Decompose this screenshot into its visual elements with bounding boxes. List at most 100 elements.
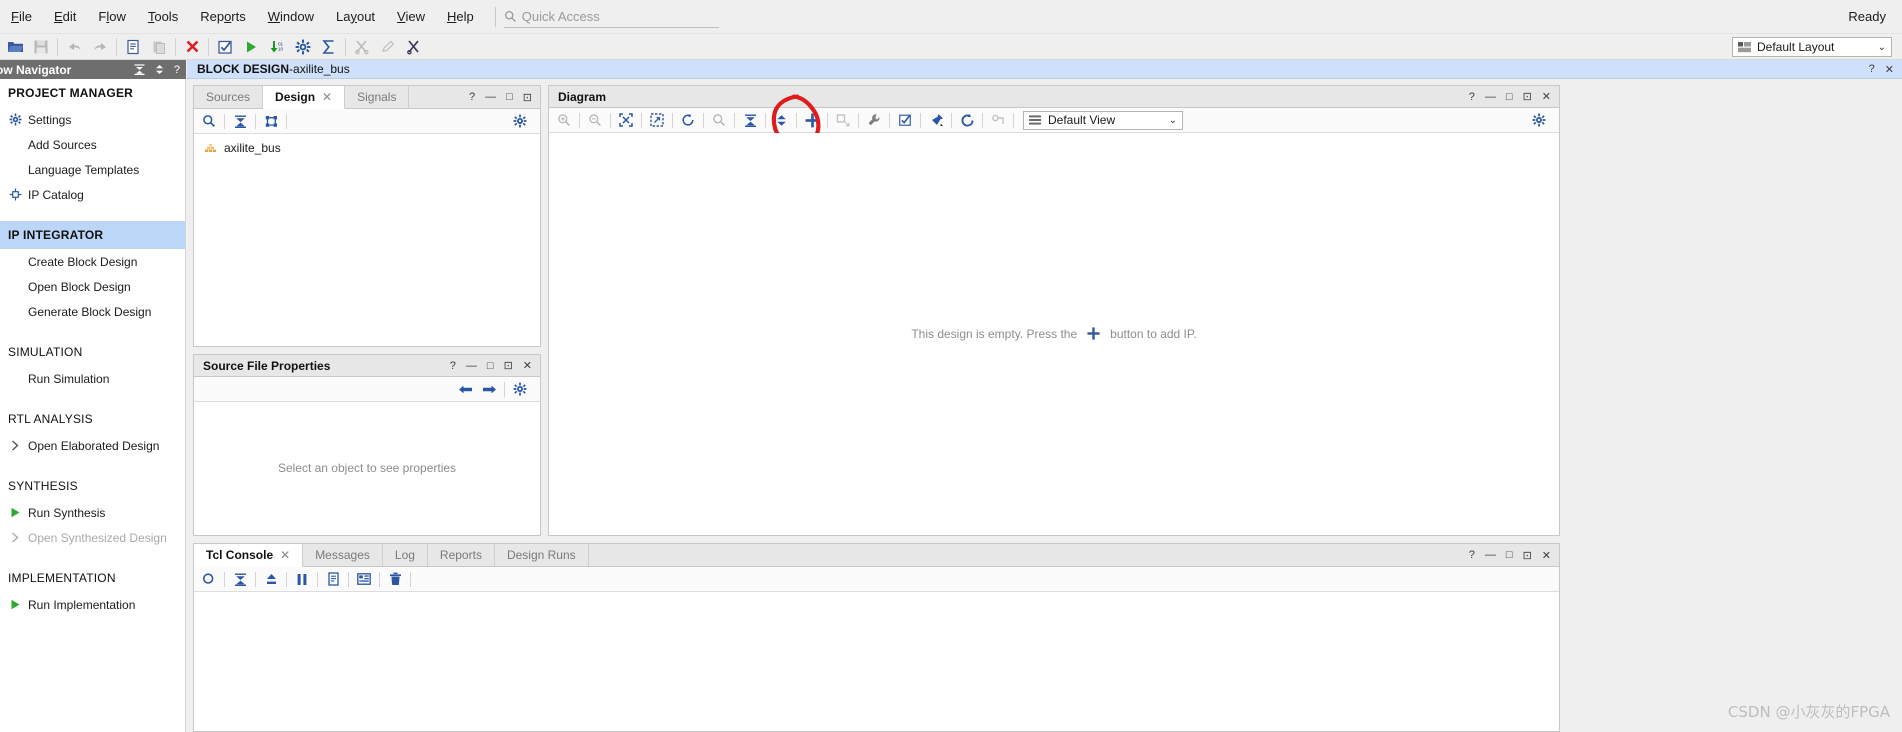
- gear-icon[interactable]: [508, 110, 532, 132]
- minimize-icon[interactable]: —: [1485, 91, 1496, 103]
- help-icon[interactable]: ?: [1869, 63, 1875, 75]
- open-project-icon[interactable]: [2, 35, 28, 59]
- diagram-canvas[interactable]: This design is empty. Press the button t…: [549, 133, 1559, 534]
- menu-item-file[interactable]: FFileile: [0, 0, 43, 34]
- zoom-area-icon[interactable]: [645, 109, 669, 131]
- menu-item-layout[interactable]: Layout: [325, 0, 386, 34]
- validate-design-icon[interactable]: [893, 109, 917, 131]
- redraw-icon[interactable]: [676, 109, 700, 131]
- export-icon[interactable]: [259, 568, 283, 590]
- clear-trash-icon[interactable]: [383, 568, 407, 590]
- minimize-icon[interactable]: —: [466, 360, 477, 372]
- sidebar-item-open-elaborated-design[interactable]: Open Elaborated Design: [0, 433, 185, 458]
- console-output[interactable]: [194, 592, 1559, 731]
- paste-icon[interactable]: [146, 35, 172, 59]
- help-icon[interactable]: ?: [1469, 91, 1475, 103]
- copy-log-icon[interactable]: [321, 568, 345, 590]
- search-icon[interactable]: [707, 109, 731, 131]
- sidebar-item-add-sources[interactable]: Add Sources: [0, 132, 185, 157]
- run-connection-automation-wrench-icon[interactable]: [862, 109, 886, 131]
- float-icon[interactable]: ⊡: [1523, 90, 1532, 103]
- back-arrow-icon[interactable]: [453, 378, 477, 400]
- undo-icon[interactable]: [61, 35, 87, 59]
- menu-item-tools[interactable]: Tools: [137, 0, 189, 34]
- close-icon[interactable]: ✕: [322, 90, 332, 104]
- pin-icon[interactable]: [924, 109, 948, 131]
- tab-design-runs[interactable]: Design Runs: [495, 544, 589, 566]
- quick-access-search[interactable]: Quick Access: [503, 6, 719, 28]
- tree-item-axilite-bus[interactable]: axilite_bus: [194, 138, 540, 158]
- tab-messages[interactable]: Messages: [303, 544, 383, 566]
- sidebar-item-open-block-design[interactable]: Open Block Design: [0, 274, 185, 299]
- tab-sources[interactable]: Sources: [194, 86, 264, 108]
- minimize-icon[interactable]: —: [1485, 549, 1496, 561]
- tab-design[interactable]: Design ✕: [263, 86, 346, 109]
- menu-item-edit[interactable]: Edit: [43, 0, 87, 34]
- collapse-all-icon[interactable]: [134, 64, 145, 75]
- sidebar-item-create-block-design[interactable]: Create Block Design: [0, 249, 185, 274]
- sidebar-item-run-synthesis[interactable]: Run Synthesis: [0, 500, 185, 525]
- menu-item-flow[interactable]: Flow: [87, 0, 136, 34]
- menu-item-view[interactable]: View: [386, 0, 436, 34]
- sidebar-item-generate-block-design[interactable]: Generate Block Design: [0, 299, 185, 324]
- view-selector[interactable]: Default View ⌄: [1023, 110, 1183, 130]
- zoom-in-icon[interactable]: [552, 109, 576, 131]
- float-icon[interactable]: ⊡: [504, 359, 513, 372]
- help-icon[interactable]: ?: [1469, 549, 1475, 561]
- maximize-icon[interactable]: □: [1506, 549, 1513, 561]
- close-icon[interactable]: ✕: [1542, 90, 1551, 103]
- marker-icon[interactable]: [401, 35, 427, 59]
- tab-reports[interactable]: Reports: [428, 544, 495, 566]
- expand-all-icon[interactable]: [769, 109, 793, 131]
- close-icon[interactable]: ✕: [523, 359, 532, 372]
- menu-item-window[interactable]: Window: [257, 0, 325, 34]
- validate-check-icon[interactable]: [212, 35, 238, 59]
- sidebar-item-run-simulation[interactable]: Run Simulation: [0, 366, 185, 391]
- close-icon[interactable]: ✕: [1885, 63, 1894, 76]
- hierarchy-icon[interactable]: [259, 110, 283, 132]
- float-icon[interactable]: ⊡: [523, 91, 532, 104]
- tab-log[interactable]: Log: [383, 544, 428, 566]
- settings-gear-icon[interactable]: [290, 35, 316, 59]
- collapse-icon[interactable]: [228, 568, 252, 590]
- nav-section-ip-integrator[interactable]: IP INTEGRATOR: [0, 221, 185, 249]
- copy-icon[interactable]: [120, 35, 146, 59]
- sidebar-item-settings[interactable]: Settings: [0, 107, 185, 132]
- help-icon[interactable]: ?: [450, 360, 456, 372]
- sidebar-item-ip-catalog[interactable]: IP Catalog: [0, 182, 185, 207]
- columns-icon[interactable]: [352, 568, 376, 590]
- minimize-icon[interactable]: —: [485, 91, 496, 103]
- search-icon[interactable]: [197, 110, 221, 132]
- sidebar-item-language-templates[interactable]: Language Templates: [0, 157, 185, 182]
- edit-pencil-icon[interactable]: [375, 35, 401, 59]
- collapse-all-icon[interactable]: [738, 109, 762, 131]
- gear-icon[interactable]: [1527, 109, 1551, 131]
- tab-signals[interactable]: Signals: [345, 86, 410, 108]
- search-console-icon[interactable]: [197, 568, 221, 590]
- maximize-icon[interactable]: □: [1506, 91, 1513, 103]
- zoom-out-icon[interactable]: [583, 109, 607, 131]
- forward-arrow-icon[interactable]: [477, 378, 501, 400]
- tab-tcl-console[interactable]: Tcl Console ✕: [194, 544, 304, 567]
- collapse-all-icon[interactable]: [228, 110, 252, 132]
- menu-item-help[interactable]: Help: [436, 0, 485, 34]
- close-x-icon[interactable]: [179, 35, 205, 59]
- sidebar-item-run-implementation[interactable]: Run Implementation: [0, 592, 185, 617]
- maximize-icon[interactable]: □: [506, 91, 513, 103]
- close-icon[interactable]: ✕: [280, 548, 290, 562]
- expand-all-icon[interactable]: [154, 64, 165, 75]
- zoom-fit-icon[interactable]: [614, 109, 638, 131]
- add-module-icon[interactable]: [831, 109, 855, 131]
- regenerate-layout-icon[interactable]: [955, 109, 979, 131]
- menu-item-reports[interactable]: Reports: [189, 0, 257, 34]
- redo-icon[interactable]: [87, 35, 113, 59]
- generate-bitstream-icon[interactable]: 01 10: [264, 35, 290, 59]
- gear-icon[interactable]: [508, 378, 532, 400]
- maximize-icon[interactable]: □: [487, 360, 494, 372]
- layout-selector[interactable]: Default Layout ⌄: [1732, 37, 1892, 57]
- help-icon[interactable]: ?: [469, 91, 475, 103]
- add-ip-plus-icon[interactable]: [800, 109, 824, 131]
- close-icon[interactable]: ✕: [1542, 549, 1551, 562]
- help-icon[interactable]: ?: [174, 64, 180, 76]
- float-icon[interactable]: ⊡: [1523, 549, 1532, 562]
